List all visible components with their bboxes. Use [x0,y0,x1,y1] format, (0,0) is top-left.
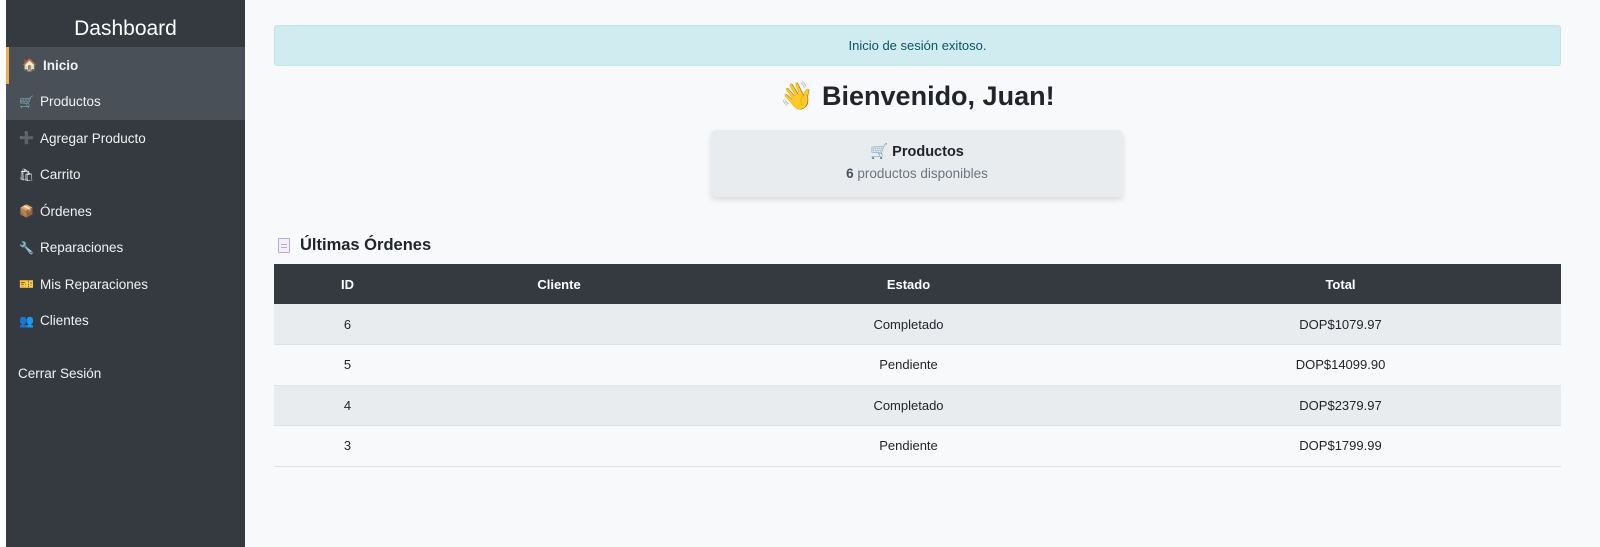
cart-icon: 🛒 [870,144,889,160]
sidebar-item-ordenes[interactable]: 📦 Órdenes [6,193,245,230]
wrench-icon: 🔧 [19,240,34,255]
waving-hand-icon: 👋 [780,81,815,111]
table-row: 6 Completado DOP$1079.97 [274,304,1561,345]
sidebar-item-label: Inicio [43,57,79,73]
cell-total: DOP$14099.90 [1295,357,1386,373]
alert-text: Inicio de sesión exitoso. [848,38,987,53]
sidebar-item-reparaciones[interactable]: 🔧 Reparaciones [6,230,245,267]
cell-estado: Completado [873,397,944,413]
sidebar-item-productos[interactable]: 🛒 Productos [6,83,245,120]
home-icon: 🏠 [22,58,37,73]
orders-section-title: Últimas Órdenes [278,236,431,255]
cell-estado: Pendiente [879,357,938,373]
shopping-bags-icon: 🛍 [18,167,35,182]
sidebar-item-mis-reparaciones[interactable]: 🎫 Mis Reparaciones [6,266,245,303]
header-total: Total [1325,276,1356,292]
ticket-icon: 🎫 [19,277,34,292]
cell-cliente [421,345,697,386]
orders-table: ID Cliente Estado Total 6 Completado DOP… [274,264,1561,467]
card-subtitle: 6 productos disponibles [711,166,1123,181]
cell-cliente [421,304,697,345]
sidebar-item-label: Órdenes [40,203,92,219]
table-row: 4 Completado DOP$2379.97 [274,385,1561,426]
sidebar: Dashboard 🏠 Inicio 🛒 Productos ➕ Agregar… [6,0,245,547]
sidebar-item-inicio[interactable]: 🏠 Inicio [6,47,245,84]
table-row: 5 Pendiente DOP$14099.90 [274,344,1561,386]
sidebar-item-clientes[interactable]: 👥 Clientes [6,303,245,340]
cart-icon: 🛒 [19,94,34,109]
card-title-text: Productos [892,144,964,160]
header-id: ID [341,276,354,292]
cell-total: DOP$1799.99 [1299,438,1382,454]
cell-id: 5 [343,357,352,373]
welcome-heading: 👋 Bienvenido, Juan! [274,80,1561,112]
cell-id: 6 [343,316,352,332]
cell-total: DOP$1079.97 [1299,316,1382,332]
table-row: 3 Pendiente DOP$1799.99 [274,425,1561,467]
success-alert: Inicio de sesión exitoso. [274,25,1561,66]
table-header-row: ID Cliente Estado Total [274,264,1561,304]
card-subtitle-text: productos disponibles [857,166,988,181]
users-icon: 👥 [19,313,34,328]
cell-estado: Completado [873,316,944,332]
sidebar-item-label: Reparaciones [40,240,124,256]
sidebar-item-label: Agregar Producto [40,130,146,146]
cell-estado: Pendiente [879,438,938,454]
welcome-text: Bienvenido, Juan! [822,81,1055,111]
logout-link[interactable]: Cerrar Sesión [18,366,101,381]
package-icon: 📦 [19,204,34,219]
document-icon [278,238,290,253]
cell-cliente [421,385,697,426]
header-estado: Estado [886,276,931,292]
sidebar-item-label: Clientes [40,313,89,329]
cell-total: DOP$2379.97 [1299,397,1382,413]
cell-cliente [421,426,697,467]
cell-id: 4 [343,397,352,413]
sidebar-item-carrito[interactable]: 🛍 Carrito [6,157,245,194]
sidebar-item-label: Carrito [40,167,81,183]
products-summary-card: 🛒 Productos 6 productos disponibles [711,130,1123,197]
cell-id: 3 [343,438,352,454]
sidebar-item-label: Mis Reparaciones [40,276,149,292]
sidebar-title: Dashboard [74,17,177,40]
sidebar-item-agregar-producto[interactable]: ➕ Agregar Producto [6,120,245,157]
card-title: 🛒 Productos [711,143,1123,160]
header-cliente: Cliente [537,276,581,292]
plus-icon: ➕ [19,131,34,146]
sidebar-item-label: Productos [40,94,101,110]
products-count: 6 [846,166,854,181]
orders-title-text: Últimas Órdenes [300,236,432,254]
